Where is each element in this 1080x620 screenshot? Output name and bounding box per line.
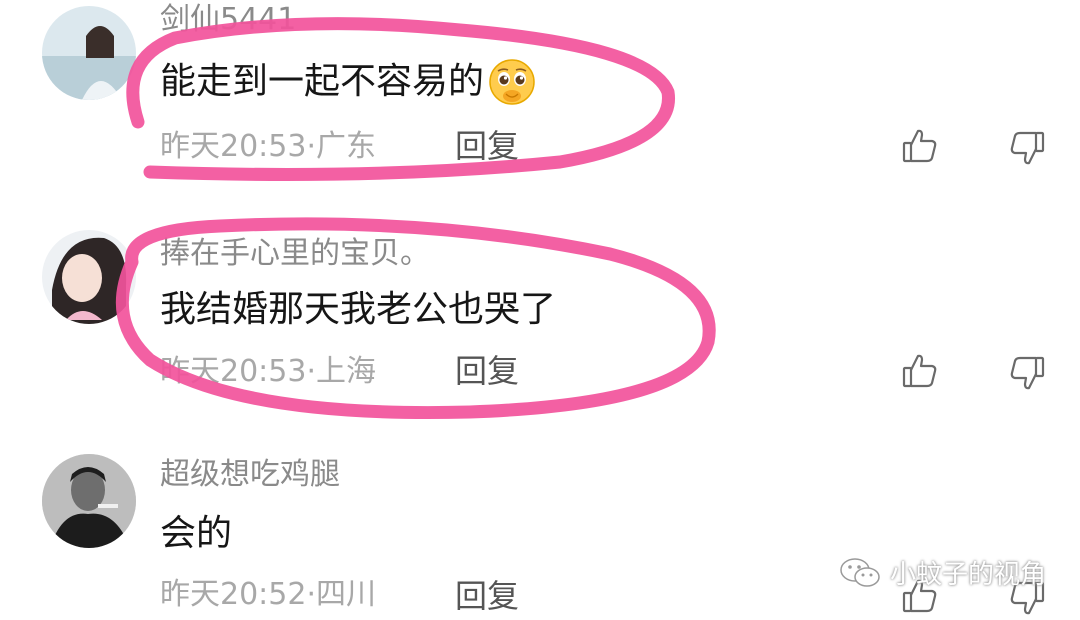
comment-text: 能走到一起不容易的	[160, 58, 536, 106]
comment-meta: 昨天20:53·广东	[160, 129, 376, 164]
comment-meta: 昨天20:53·上海	[160, 354, 376, 389]
reply-button[interactable]: 回复	[455, 353, 519, 389]
username[interactable]: 捧在手心里的宝贝。	[160, 236, 430, 272]
thumbs-up-icon[interactable]	[900, 126, 940, 166]
comment-text-content: 能走到一起不容易的	[160, 61, 485, 102]
comment-text: 会的	[160, 513, 233, 554]
reply-button[interactable]: 回复	[455, 128, 519, 164]
comment-text: 我结婚那天我老公也哭了	[160, 289, 557, 330]
thumbs-down-icon[interactable]	[1007, 128, 1047, 168]
reply-button[interactable]: 回复	[455, 578, 519, 614]
watermark: 小蚊子的视角	[838, 554, 1046, 591]
wechat-icon	[838, 555, 882, 591]
watermark-text: 小蚊子的视角	[890, 560, 1047, 590]
avatar[interactable]	[42, 454, 136, 548]
avatar[interactable]	[42, 6, 136, 100]
thumbs-down-icon[interactable]	[1007, 353, 1047, 393]
thumbs-up-icon[interactable]	[900, 351, 940, 391]
username[interactable]: 超级想吃鸡腿	[160, 457, 340, 493]
pleading-face-emoji-icon	[488, 58, 536, 106]
username[interactable]: 剑仙5441	[160, 2, 296, 38]
avatar[interactable]	[42, 230, 136, 324]
comment-meta: 昨天20:52·四川	[160, 577, 376, 612]
